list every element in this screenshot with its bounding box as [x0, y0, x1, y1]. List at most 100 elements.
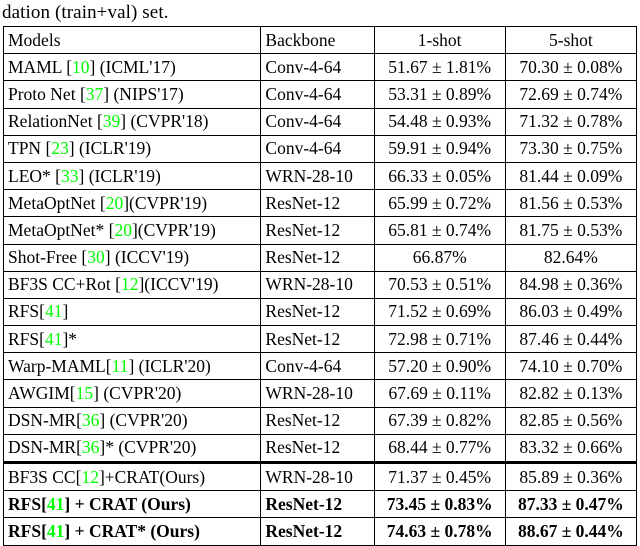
table-row: BF3S CC[12]+CRAT(Ours) WRN-28-10 71.37 ± 0…: [2, 460, 638, 492]
cell-five-shot: 74.10 ± 0.70%: [504, 352, 638, 381]
citation-number[interactable]: 30: [87, 247, 105, 267]
cell-model: Shot-Free [30] (ICCV'19): [2, 243, 262, 272]
table-row: MAML [10] (ICML'17) Conv-4-64 51.67 ± 1.81…: [2, 53, 638, 82]
cell-backbone: ResNet-12: [260, 325, 375, 354]
cell-one-shot: 54.48 ± 0.93%: [373, 107, 506, 136]
cell-model: LEO* [33] (ICLR'19): [2, 161, 262, 191]
table-row: DSN-MR[36]* (CVPR'20) ResNet-12 68.44 ± 0.…: [2, 433, 638, 464]
citation-number[interactable]: 12: [121, 274, 139, 294]
cell-five-shot: 73.30 ± 0.75%: [504, 134, 638, 163]
cell-one-shot: 53.31 ± 0.89%: [373, 80, 506, 109]
cell-model: DSN-MR[36] (CVPR'20): [2, 406, 262, 435]
table-row: MetaOptNet* [20](CVPR'19) ResNet-12 65.81 …: [2, 216, 638, 245]
citation-number[interactable]: 23: [51, 138, 69, 158]
cell-one-shot: 68.44 ± 0.77%: [373, 433, 506, 464]
table-row: RFS[41] ResNet-12 71.52 ± 0.69% 86.03 ± 0.4…: [2, 297, 638, 327]
cell-backbone: ResNet-12: [260, 406, 375, 435]
cell-five-shot: 81.44 ± 0.09%: [504, 161, 638, 191]
citation-number[interactable]: 20: [106, 193, 124, 213]
cell-one-shot: 74.63 ± 0.78%: [373, 517, 506, 546]
cell-backbone: WRN-28-10: [260, 379, 375, 408]
cell-five-shot: 81.56 ± 0.53%: [504, 189, 638, 218]
table-row: AWGIM[15] (CVPR'20) WRN-28-10 67.69 ± 0.11…: [2, 379, 638, 408]
table-row: BF3S CC+Rot [12](ICCV'19) WRN-28-10 70.53 …: [2, 270, 638, 299]
citation-number[interactable]: 41: [45, 301, 63, 321]
table-row: Proto Net [37] (NIPS'17) Conv-4-64 53.31 ±…: [2, 80, 638, 109]
cell-five-shot: 82.85 ± 0.56%: [504, 406, 638, 435]
cell-model: MetaOptNet [20](CVPR'19): [2, 189, 262, 218]
citation-number[interactable]: 15: [76, 383, 94, 403]
cell-model: BF3S CC+Rot [12](ICCV'19): [2, 270, 262, 299]
citation-number[interactable]: 41: [45, 329, 63, 349]
cell-backbone: WRN-28-10: [260, 460, 375, 492]
header-row: Models Backbone 1-shot 5-shot: [2, 25, 638, 55]
column-header-five-shot: 5-shot: [504, 25, 638, 55]
cell-one-shot: 71.37 ± 0.45%: [373, 460, 506, 492]
cell-backbone: WRN-28-10: [260, 161, 375, 191]
cell-one-shot: 65.81 ± 0.74%: [373, 216, 506, 245]
citation-number[interactable]: 12: [81, 467, 99, 487]
cell-model: MetaOptNet* [20](CVPR'19): [2, 216, 262, 245]
cell-model: RFS[41]*: [2, 325, 262, 354]
cell-model: Warp-MAML[11] (ICLR'20): [2, 352, 262, 381]
citation-number[interactable]: 11: [112, 356, 129, 376]
cell-backbone: ResNet-12: [260, 433, 375, 464]
cell-backbone: ResNet-12: [260, 243, 375, 272]
cell-five-shot: 85.89 ± 0.36%: [504, 460, 638, 492]
cell-model: RelationNet [39] (CVPR'18): [2, 107, 262, 136]
cell-one-shot: 71.52 ± 0.69%: [373, 297, 506, 327]
citation-number[interactable]: 41: [47, 494, 65, 514]
cell-one-shot: 73.45 ± 0.83%: [373, 490, 506, 519]
table-row: RFS[41] + CRAT* (Ours) ResNet-12 74.63 ± 0…: [2, 517, 638, 546]
citation-number[interactable]: 20: [114, 220, 132, 240]
cell-backbone: ResNet-12: [260, 490, 375, 519]
table-row: TPN [23] (ICLR'19) Conv-4-64 59.91 ± 0.94%…: [2, 134, 638, 163]
cell-backbone: Conv-4-64: [260, 134, 375, 163]
cell-five-shot: 88.67 ± 0.44%: [504, 517, 638, 546]
cell-backbone: Conv-4-64: [260, 80, 375, 109]
cell-five-shot: 81.75 ± 0.53%: [504, 216, 638, 245]
citation-number[interactable]: 37: [86, 84, 104, 104]
cell-backbone: ResNet-12: [260, 189, 375, 218]
cell-model: AWGIM[15] (CVPR'20): [2, 379, 262, 408]
cell-model: TPN [23] (ICLR'19): [2, 134, 262, 163]
citation-number[interactable]: 36: [82, 410, 100, 430]
table-row: MetaOptNet [20](CVPR'19) ResNet-12 65.99 ±…: [2, 189, 638, 218]
cell-model: DSN-MR[36]* (CVPR'20): [2, 433, 262, 464]
table-row: DSN-MR[36] (CVPR'20) ResNet-12 67.39 ± 0.8…: [2, 406, 638, 435]
table-row: Warp-MAML[11] (ICLR'20) Conv-4-64 57.20 ± …: [2, 352, 638, 381]
caption-text: dation (train+val) set.: [2, 2, 169, 23]
cell-model: MAML [10] (ICML'17): [2, 53, 262, 82]
cell-backbone: Conv-4-64: [260, 352, 375, 381]
cell-five-shot: 87.33 ± 0.47%: [504, 490, 638, 519]
citation-number[interactable]: 39: [103, 111, 121, 131]
paper-table-figure: dation (train+val) set. Models Backbone …: [0, 0, 640, 546]
cell-one-shot: 66.33 ± 0.05%: [373, 161, 506, 191]
results-table: Models Backbone 1-shot 5-shot MAML [10] …: [2, 25, 638, 546]
table-body-baselines: MAML [10] (ICML'17) Conv-4-64 51.67 ± 1.81…: [2, 53, 638, 464]
citation-number[interactable]: 10: [72, 57, 90, 77]
cell-five-shot: 71.32 ± 0.78%: [504, 107, 638, 136]
table-row: Shot-Free [30] (ICCV'19) ResNet-12 66.87% 8…: [2, 243, 638, 272]
cell-five-shot: 83.32 ± 0.66%: [504, 433, 638, 464]
cell-model: Proto Net [37] (NIPS'17): [2, 80, 262, 109]
column-header-backbone: Backbone: [260, 25, 375, 55]
cell-one-shot: 51.67 ± 1.81%: [373, 53, 506, 82]
cell-backbone: Conv-4-64: [260, 107, 375, 136]
citation-number[interactable]: 33: [61, 166, 79, 186]
table-row: RFS[41] + CRAT (Ours) ResNet-12 73.45 ± 0.…: [2, 490, 638, 519]
table-header: Models Backbone 1-shot 5-shot: [2, 25, 638, 55]
citation-number[interactable]: 36: [82, 437, 100, 457]
cell-backbone: ResNet-12: [260, 517, 375, 546]
cell-five-shot: 82.64%: [504, 243, 638, 272]
cell-one-shot: 70.53 ± 0.51%: [373, 270, 506, 299]
table-row: RelationNet [39] (CVPR'18) Conv-4-64 54.48…: [2, 107, 638, 136]
cell-five-shot: 87.46 ± 0.44%: [504, 325, 638, 354]
column-header-one-shot: 1-shot: [373, 25, 506, 55]
citation-number[interactable]: 41: [47, 521, 65, 541]
cell-one-shot: 66.87%: [373, 243, 506, 272]
cell-one-shot: 67.69 ± 0.11%: [373, 379, 506, 408]
cell-model: RFS[41] + CRAT (Ours): [2, 490, 262, 519]
cell-five-shot: 82.82 ± 0.13%: [504, 379, 638, 408]
cell-five-shot: 72.69 ± 0.74%: [504, 80, 638, 109]
